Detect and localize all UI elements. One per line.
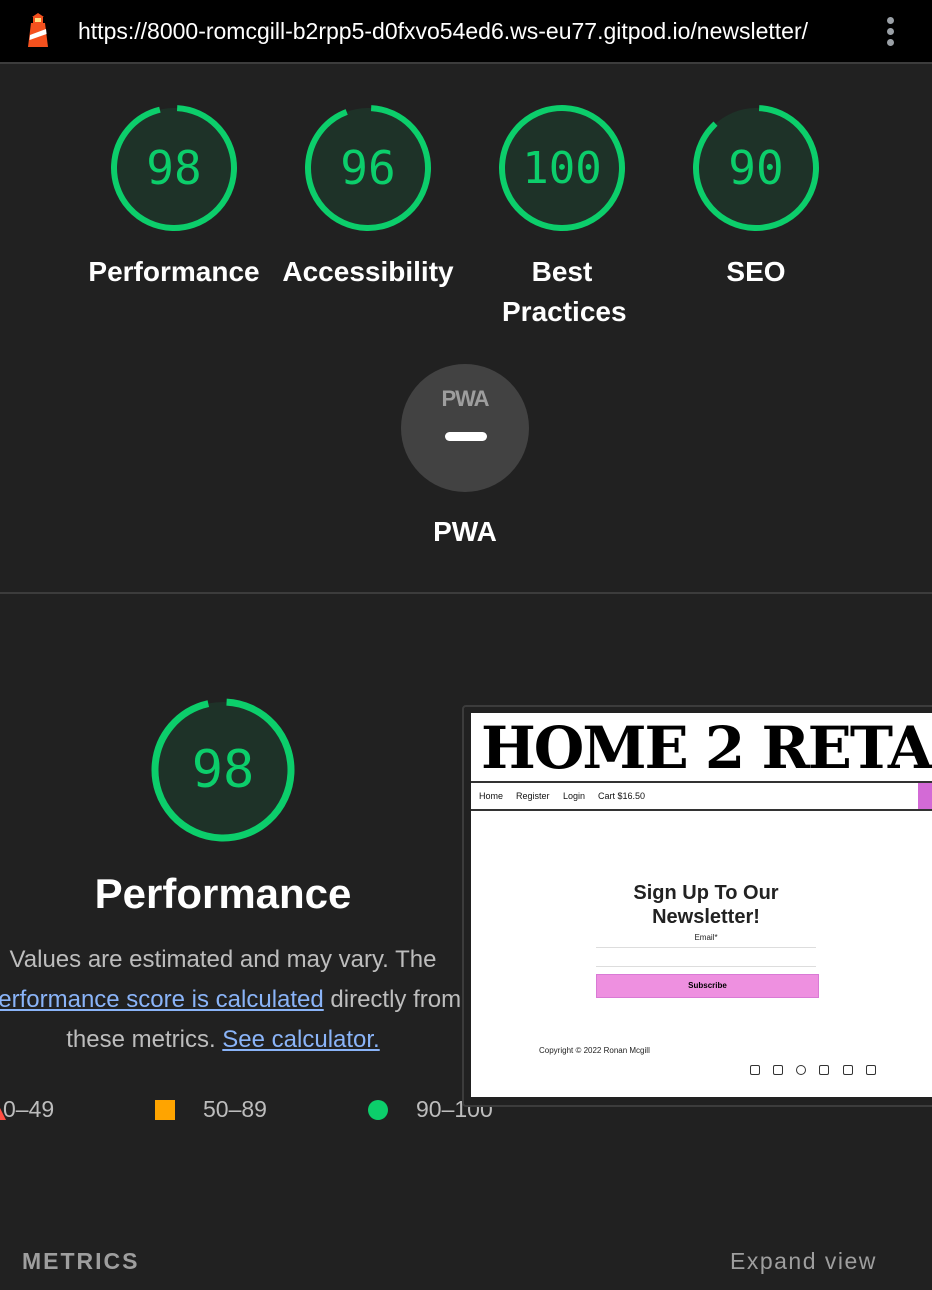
performance-description: Values are estimated and may vary. The p… <box>0 940 466 1060</box>
see-calculator-link[interactable]: See calculator. <box>222 1026 379 1053</box>
more-options-icon[interactable] <box>880 14 900 50</box>
instagram-icon <box>843 1065 853 1075</box>
nav-item-login: Login <box>563 791 586 801</box>
legend-average: 50–89 <box>203 1096 267 1122</box>
subscribe-button: Subscribe <box>596 974 819 998</box>
performance-title: Performance <box>94 870 352 917</box>
final-screenshot[interactable]: HOME 2 RETAIL Home Register Login Cart $… <box>471 713 932 1097</box>
gauge-label-best-practices[interactable]: Best Practices <box>502 252 627 332</box>
pwa-badge[interactable]: PWA <box>401 364 529 492</box>
gauge-score: 100 <box>522 142 602 194</box>
email-field <box>596 947 816 967</box>
section-divider <box>0 592 932 594</box>
legend-poor: 0–49 <box>3 1096 55 1122</box>
skype-icon <box>796 1065 806 1075</box>
nav-item-home: Home <box>479 791 504 801</box>
gauge-performance[interactable]: 98 <box>109 103 239 233</box>
expand-view-button[interactable]: Expand view <box>730 1248 877 1275</box>
performance-gauge-large: 98 <box>150 697 296 843</box>
performance-score: 98 <box>191 740 255 800</box>
gauge-score: 90 <box>728 141 784 195</box>
copyright-text: Copyright © 2022 Ronan Mcgill <box>539 1046 650 1055</box>
gauge-seo[interactable]: 90 <box>691 103 821 233</box>
legend-good-icon <box>368 1100 388 1120</box>
camera-icon <box>866 1065 876 1075</box>
gauge-label-accessibility[interactable]: Accessibility <box>278 252 458 292</box>
nav-pink-button <box>918 783 932 809</box>
pwa-badge-text: PWA <box>441 386 489 411</box>
lighthouse-icon <box>28 13 48 47</box>
email-label: Email* <box>694 933 718 942</box>
desc-text: Values are estimated and may vary. The <box>9 946 437 973</box>
gauge-accessibility[interactable]: 96 <box>303 103 433 233</box>
pwa-label[interactable]: PWA <box>375 512 555 552</box>
legend-average-icon <box>155 1100 175 1120</box>
gauge-best-practices[interactable]: 100 <box>497 103 627 233</box>
gauge-score: 98 <box>146 141 202 195</box>
newsletter-heading: Sign Up To Our Newsletter! <box>633 882 779 928</box>
metrics-heading: METRICS <box>22 1248 140 1274</box>
gauge-label-seo[interactable]: SEO <box>666 252 846 292</box>
nav-item-cart: Cart $16.50 <box>598 791 646 801</box>
linkedin-icon <box>750 1065 760 1075</box>
nav-item-register: Register <box>516 791 550 801</box>
facebook-icon <box>819 1065 829 1075</box>
gauge-score: 96 <box>340 141 396 195</box>
browser-top-bar: https://8000-romcgill-b2rpp5-d0fxvo54ed6… <box>0 0 932 64</box>
site-brand: HOME 2 RETAIL <box>481 714 932 782</box>
pwa-dash-icon <box>445 432 487 441</box>
site-nav: Home Register Login Cart $16.50 <box>471 783 932 809</box>
gauge-label-performance[interactable]: Performance <box>84 252 264 292</box>
twitter-icon <box>773 1065 783 1075</box>
score-calculated-link[interactable]: performance score is calculated <box>0 986 324 1013</box>
divider <box>471 809 932 811</box>
url-bar[interactable]: https://8000-romcgill-b2rpp5-d0fxvo54ed6… <box>78 18 858 45</box>
